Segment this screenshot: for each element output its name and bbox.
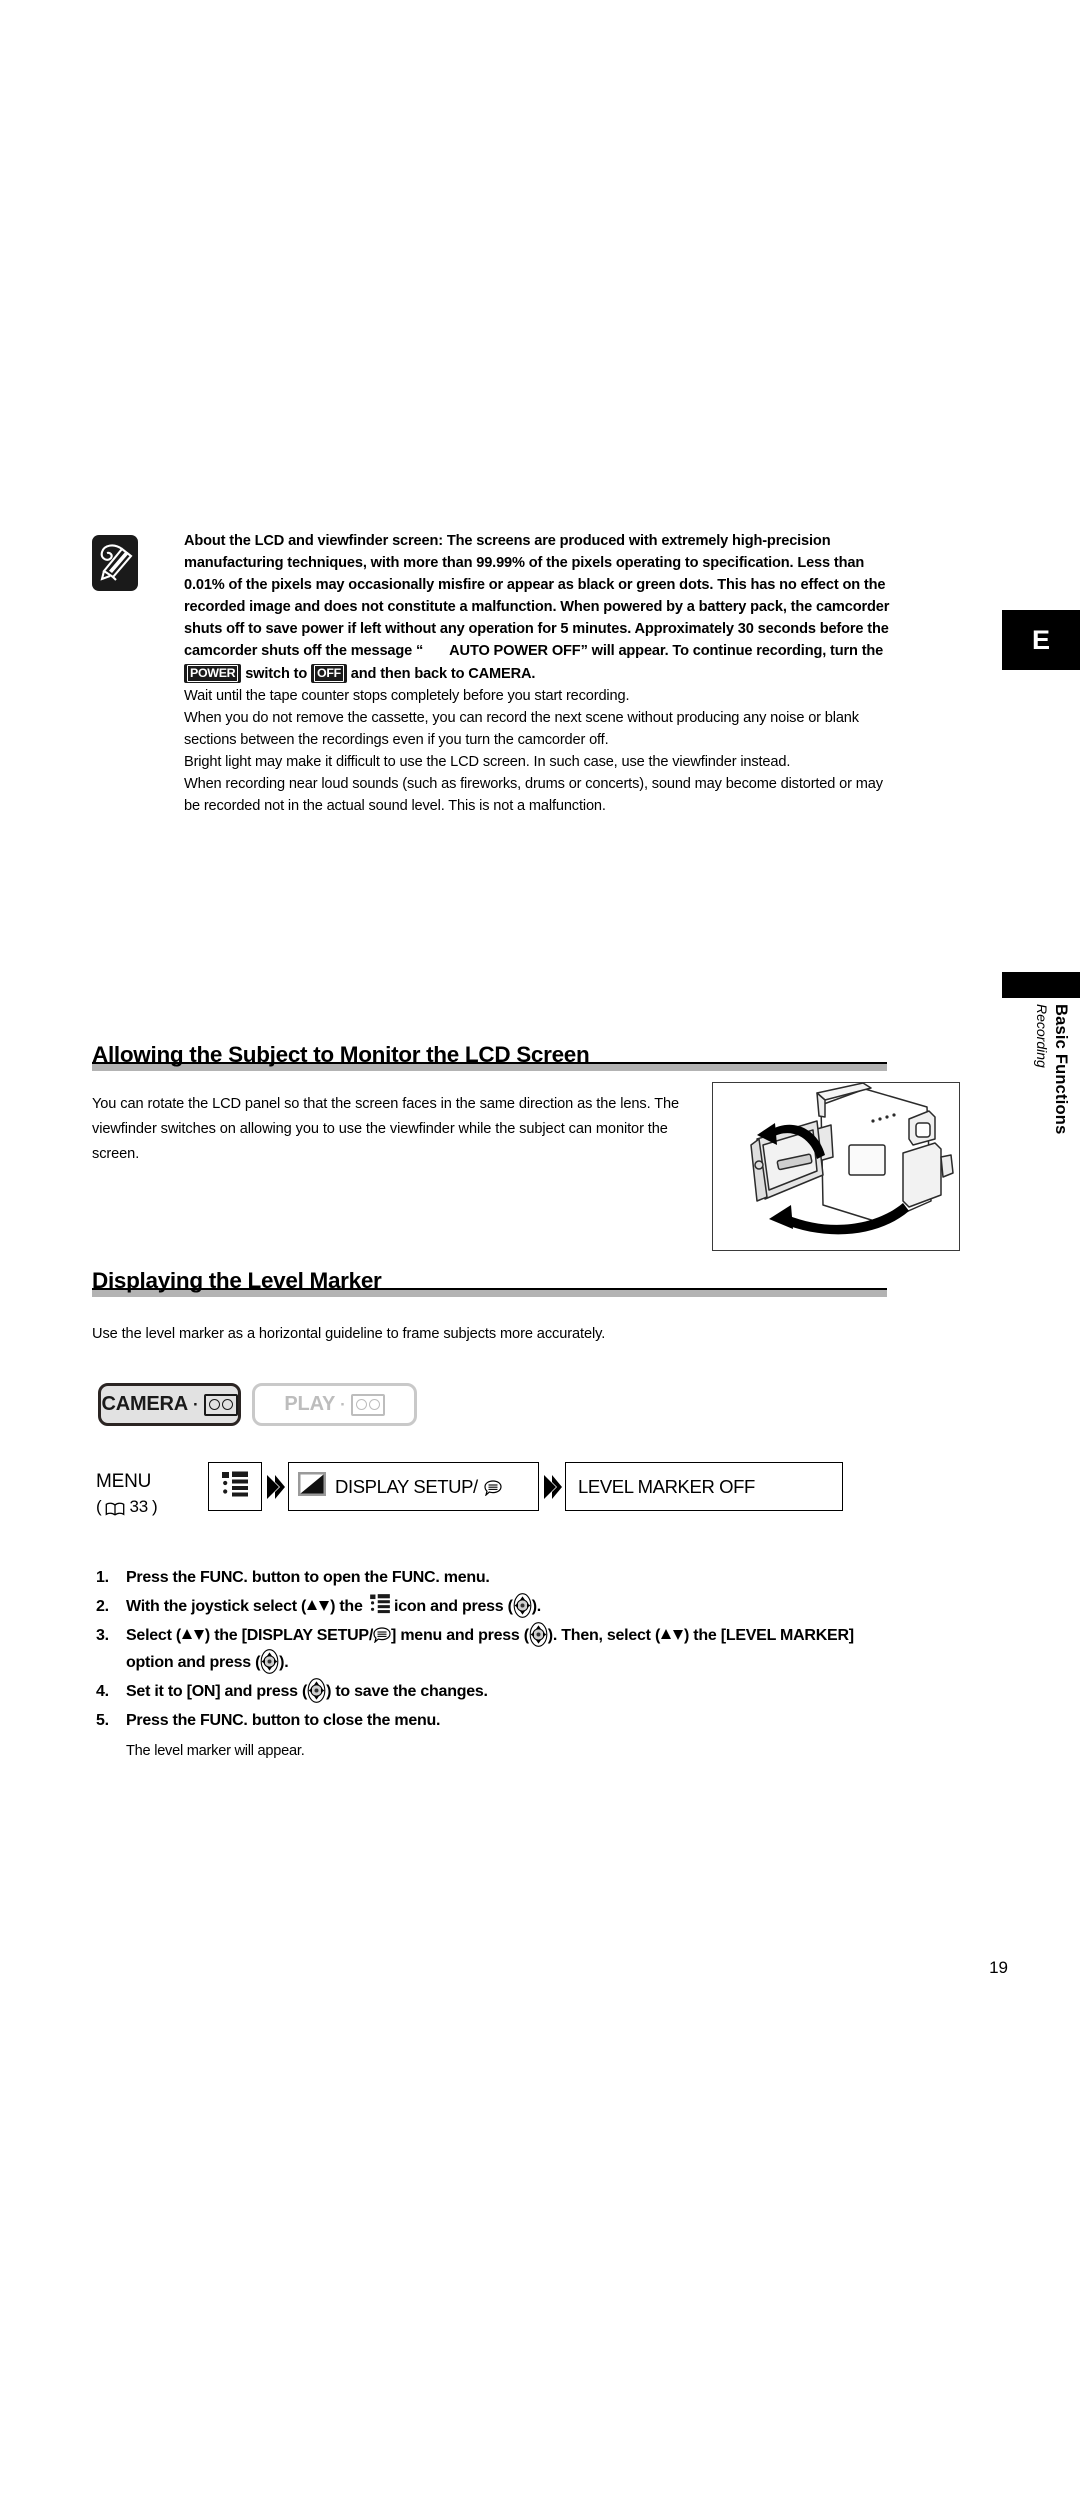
step-1-text: Press the FUNC. button to open the FUNC.… <box>126 1569 490 1586</box>
tape-cassette-icon <box>203 1393 238 1416</box>
step-2-mid2: icon and press ( <box>389 1598 513 1615</box>
step-3-mid2: ] menu and press ( <box>391 1627 529 1644</box>
note-bold-part-end: and then back to CAMERA. <box>346 665 536 682</box>
joystick-icon <box>513 1593 532 1618</box>
step-1: 1. Press the FUNC. button to open the FU… <box>96 1564 896 1591</box>
joystick-icon-4 <box>307 1678 326 1703</box>
step-1-number: 1. <box>96 1569 109 1586</box>
flow-arrow-1 <box>262 1462 288 1511</box>
section-tab-labels: Basic Functions Recording <box>1002 1000 1080 1250</box>
language-tab-e: E <box>1002 610 1080 670</box>
menu-flow-page-ref: ( 33) <box>96 1494 208 1519</box>
step-3-text: Select ( ) the [DISPLAY SETUP/ ] menu and … <box>126 1622 896 1676</box>
mode-button-camera-label: CAMERA <box>101 1393 189 1415</box>
numbered-steps-list: 1. Press the FUNC. button to open the FU… <box>96 1564 896 1765</box>
step-3-number: 3. <box>96 1627 109 1644</box>
menu-flow-box-level-marker[interactable]: LEVEL MARKER OFF <box>565 1462 843 1511</box>
step-3-mid1: ) the [DISPLAY SETUP/ <box>204 1627 374 1644</box>
section-tab-title: Basic Functions <box>1052 1004 1070 1135</box>
flow-arrow-2 <box>539 1462 565 1511</box>
step-note-level-marker-appear: The level marker will appear. <box>126 1743 305 1759</box>
note-bold-paragraph: About the LCD and viewfinder screen: The… <box>184 530 892 685</box>
step-5-number: 5. <box>96 1712 109 1729</box>
menu-flow-diagram: MENU ( 33) DISPLAY SETUP/ LEVEL MARKER O… <box>96 1462 843 1519</box>
manual-page: About the LCD and viewfinder screen: The… <box>0 0 1080 2504</box>
step-2: 2. With the joystick select ( ) the icon … <box>96 1593 896 1620</box>
joystick-icon-3 <box>260 1649 279 1674</box>
display-setup-icon <box>297 1471 327 1502</box>
step-3-post: ). <box>279 1654 289 1671</box>
menu-flow-label: MENU ( 33) <box>96 1462 208 1519</box>
note-regular-line-0: Wait until the tape counter stops comple… <box>184 687 630 704</box>
step-3-pre: Select ( <box>126 1627 181 1644</box>
up-down-arrows-icon-3 <box>660 1623 684 1640</box>
up-down-arrows-icon-2 <box>181 1623 205 1640</box>
mode-button-play[interactable]: PLAY · <box>252 1383 417 1426</box>
joystick-icon-2 <box>529 1622 548 1647</box>
note-block: About the LCD and viewfinder screen: The… <box>92 530 892 817</box>
heading-level-text: Displaying the Level Marker <box>92 1268 382 1293</box>
page-ref-number: 33 <box>129 1497 148 1516</box>
mode-button-camera[interactable]: CAMERA · <box>98 1383 241 1426</box>
note-regular-line-1: When you do not remove the cassette, you… <box>184 709 859 748</box>
step-4-post: ) to save the changes. <box>326 1683 488 1700</box>
step-2-text: With the joystick select ( ) the icon and… <box>126 1593 896 1620</box>
paragraph-level-marker: Use the level marker as a horizontal gui… <box>92 1326 606 1342</box>
note-pencil-icon <box>92 535 138 591</box>
menu-list-icon <box>221 1470 249 1504</box>
speech-bubble-icon <box>484 1479 502 1497</box>
page-ref-close: ) <box>151 1497 158 1516</box>
heading-lcd-text: Allowing the Subject to Monitor the LCD … <box>92 1042 590 1067</box>
level-marker-label: LEVEL MARKER OFF <box>578 1475 755 1497</box>
menu-flow-label-text: MENU <box>96 1471 152 1492</box>
section-tab-subtitle: Recording <box>1034 1004 1050 1068</box>
note-text: About the LCD and viewfinder screen: The… <box>184 530 892 817</box>
step-5-text: Press the FUNC. button to close the menu… <box>126 1712 441 1729</box>
heading-displaying-level-marker: Displaying the Level Marker <box>92 1268 887 1297</box>
step-4-text: Set it to [ON] and press ( ) to save the … <box>126 1678 896 1705</box>
book-icon <box>105 1499 125 1516</box>
step-3-mid3: ). Then, select ( <box>547 1627 661 1644</box>
note-bold-auto-power-off: AUTO POWER OFF” will appear. To continue… <box>449 643 884 660</box>
power-badge: POWER <box>184 663 242 683</box>
up-down-arrows-icon <box>306 1594 330 1611</box>
page-number: 19 <box>989 1958 1008 1977</box>
heading-allow-subject-monitor: Allowing the Subject to Monitor the LCD … <box>92 1042 887 1071</box>
note-bold-part-1: About the LCD and viewfinder screen: The… <box>184 533 890 660</box>
note-bold-switch-to: switch to <box>241 665 312 682</box>
step-2-post: ). <box>531 1598 542 1615</box>
note-regular-line-3: When recording near loud sounds (such as… <box>184 776 883 815</box>
step-2-number: 2. <box>96 1598 109 1615</box>
mode-separator-dot: · <box>193 1395 199 1414</box>
section-tab-bar <box>1002 972 1080 998</box>
tape-cassette-icon-play <box>350 1393 385 1416</box>
display-setup-label: DISPLAY SETUP/ <box>335 1475 478 1497</box>
step-2-mid1: ) the <box>330 1598 367 1615</box>
step-2-pre: With the joystick select ( <box>126 1598 307 1615</box>
step-4-number: 4. <box>96 1683 109 1700</box>
menu-flow-box-display-setup[interactable]: DISPLAY SETUP/ <box>288 1462 539 1511</box>
menu-list-icon-inline <box>369 1593 390 1614</box>
step-4-pre: Set it to [ON] and press ( <box>126 1683 308 1700</box>
display-setup-label-wrap: DISPLAY SETUP/ <box>335 1476 502 1498</box>
mode-button-row: CAMERA · PLAY · <box>98 1383 417 1426</box>
mode-separator-dot-2: · <box>340 1395 346 1414</box>
step-3: 3. Select ( ) the [DISPLAY SETUP/ ] menu a… <box>96 1622 896 1676</box>
page-ref-open: ( <box>96 1497 102 1516</box>
off-badge: OFF <box>311 663 347 683</box>
mode-button-play-label: PLAY <box>284 1393 336 1415</box>
off-badge-label: OFF <box>314 664 344 682</box>
power-badge-label: POWER <box>187 664 239 682</box>
paragraph-lcd-rotate: You can rotate the LCD panel so that the… <box>92 1096 680 1162</box>
step-5: 5. Press the FUNC. button to close the m… <box>96 1707 896 1734</box>
menu-flow-box-menu-icon[interactable] <box>208 1462 262 1511</box>
speech-bubble-icon-2 <box>373 1625 391 1644</box>
step-4: 4. Set it to [ON] and press ( ) to save t… <box>96 1678 896 1705</box>
note-regular-line-2: Bright light may make it difficult to us… <box>184 753 791 770</box>
camcorder-rotating-lcd-illustration <box>712 1082 960 1251</box>
